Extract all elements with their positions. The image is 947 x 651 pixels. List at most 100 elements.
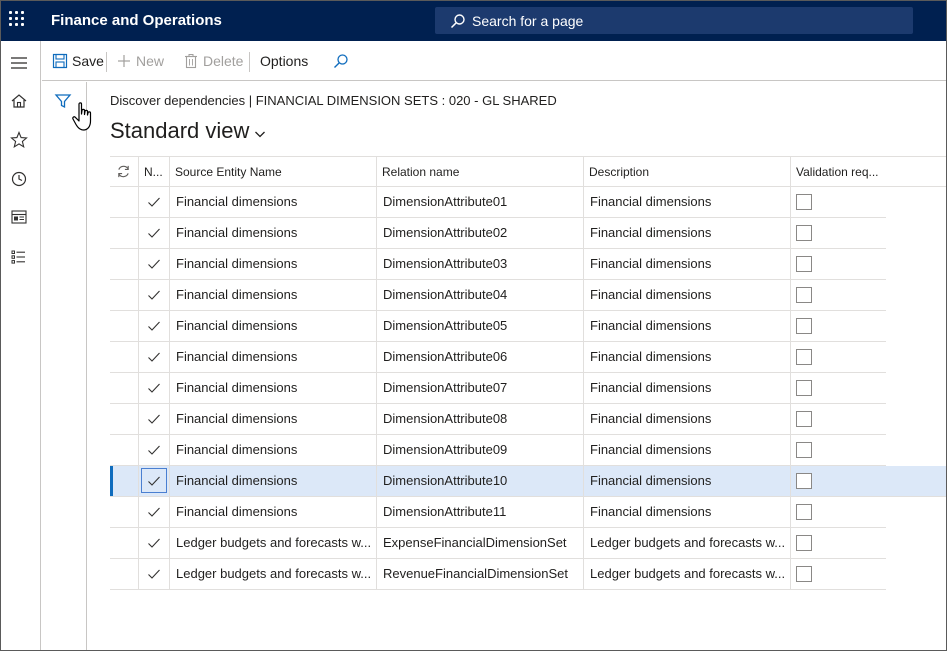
description-cell[interactable]: Financial dimensions bbox=[584, 249, 791, 279]
relation-name-cell[interactable]: DimensionAttribute02 bbox=[377, 218, 584, 248]
relation-name-cell[interactable]: DimensionAttribute10 bbox=[377, 466, 584, 496]
relation-name-cell[interactable]: ExpenseFinancialDimensionSet bbox=[377, 528, 584, 558]
table-row[interactable]: Ledger budgets and forecasts w... Revenue… bbox=[110, 559, 886, 590]
table-row[interactable]: Financial dimensions DimensionAttribute01… bbox=[110, 187, 886, 218]
relation-name-cell[interactable]: DimensionAttribute05 bbox=[377, 311, 584, 341]
row-selector-cell[interactable] bbox=[110, 249, 139, 279]
relation-name-cell[interactable]: DimensionAttribute09 bbox=[377, 435, 584, 465]
column-header-n[interactable]: N... bbox=[139, 157, 170, 187]
validation-checkbox[interactable] bbox=[796, 380, 812, 396]
table-row[interactable]: Financial dimensions DimensionAttribute11… bbox=[110, 497, 886, 528]
hamburger-icon[interactable] bbox=[8, 52, 30, 74]
source-entity-cell[interactable]: Financial dimensions bbox=[170, 187, 377, 217]
table-row[interactable]: Financial dimensions DimensionAttribute04… bbox=[110, 280, 886, 311]
validation-checkbox[interactable] bbox=[796, 411, 812, 427]
source-entity-cell[interactable]: Financial dimensions bbox=[170, 373, 377, 403]
star-icon[interactable] bbox=[8, 129, 30, 151]
workspace-icon[interactable] bbox=[8, 206, 30, 228]
source-entity-cell[interactable]: Ledger budgets and forecasts w... bbox=[170, 559, 377, 589]
row-selector-cell[interactable] bbox=[110, 280, 139, 310]
row-selector-cell[interactable] bbox=[110, 435, 139, 465]
new-button[interactable]: New bbox=[116, 41, 164, 81]
source-entity-cell[interactable]: Ledger budgets and forecasts w... bbox=[170, 528, 377, 558]
row-selector-cell[interactable] bbox=[110, 311, 139, 341]
table-row[interactable]: Financial dimensions DimensionAttribute05… bbox=[110, 311, 886, 342]
validation-checkbox[interactable] bbox=[796, 194, 812, 210]
column-header-description[interactable]: Description bbox=[584, 157, 791, 187]
row-selector-cell[interactable] bbox=[110, 497, 139, 527]
row-selector-cell[interactable] bbox=[110, 466, 139, 496]
table-row[interactable]: Financial dimensions DimensionAttribute03… bbox=[110, 249, 886, 280]
description-cell[interactable]: Financial dimensions bbox=[584, 218, 791, 248]
relation-name-cell[interactable]: DimensionAttribute08 bbox=[377, 404, 584, 434]
row-selector-cell[interactable] bbox=[110, 187, 139, 217]
validation-checkbox[interactable] bbox=[796, 504, 812, 520]
source-entity-cell[interactable]: Financial dimensions bbox=[170, 466, 377, 496]
relation-name-cell[interactable]: DimensionAttribute06 bbox=[377, 342, 584, 372]
source-entity-cell[interactable]: Financial dimensions bbox=[170, 311, 377, 341]
relation-name-cell[interactable]: DimensionAttribute01 bbox=[377, 187, 584, 217]
table-row[interactable]: Financial dimensions DimensionAttribute08… bbox=[110, 404, 886, 435]
column-header-relation-name[interactable]: Relation name bbox=[377, 157, 584, 187]
source-entity-cell[interactable]: Financial dimensions bbox=[170, 218, 377, 248]
description-cell[interactable]: Financial dimensions bbox=[584, 280, 791, 310]
description-cell[interactable]: Ledger budgets and forecasts w... bbox=[584, 528, 791, 558]
validation-checkbox[interactable] bbox=[796, 442, 812, 458]
description-cell[interactable]: Ledger budgets and forecasts w... bbox=[584, 559, 791, 589]
find-button[interactable] bbox=[333, 41, 353, 81]
description-cell[interactable]: Financial dimensions bbox=[584, 466, 791, 496]
view-selector[interactable]: Standard view bbox=[110, 118, 267, 144]
column-header-validation[interactable]: Validation req... bbox=[791, 157, 946, 187]
table-row[interactable]: Financial dimensions DimensionAttribute06… bbox=[110, 342, 886, 373]
source-entity-cell[interactable]: Financial dimensions bbox=[170, 435, 377, 465]
delete-button[interactable]: Delete bbox=[183, 41, 243, 81]
description-cell[interactable]: Financial dimensions bbox=[584, 342, 791, 372]
relation-name-cell[interactable]: DimensionAttribute11 bbox=[377, 497, 584, 527]
validation-checkbox[interactable] bbox=[796, 535, 812, 551]
options-button[interactable]: Options bbox=[260, 41, 308, 81]
row-selector-cell[interactable] bbox=[110, 373, 139, 403]
table-row[interactable]: Financial dimensions DimensionAttribute10… bbox=[110, 466, 946, 497]
row-selector-cell[interactable] bbox=[110, 342, 139, 372]
source-entity-cell[interactable]: Financial dimensions bbox=[170, 404, 377, 434]
source-entity-cell[interactable]: Financial dimensions bbox=[170, 342, 377, 372]
description-cell[interactable]: Financial dimensions bbox=[584, 373, 791, 403]
table-row[interactable]: Ledger budgets and forecasts w... Expense… bbox=[110, 528, 886, 559]
relation-name-cell[interactable]: DimensionAttribute04 bbox=[377, 280, 584, 310]
validation-checkbox[interactable] bbox=[796, 287, 812, 303]
row-selector-cell[interactable] bbox=[110, 559, 139, 589]
description-cell[interactable]: Financial dimensions bbox=[584, 497, 791, 527]
validation-checkbox[interactable] bbox=[796, 256, 812, 272]
row-selector-cell[interactable] bbox=[110, 404, 139, 434]
table-row[interactable]: Financial dimensions DimensionAttribute02… bbox=[110, 218, 886, 249]
validation-checkbox[interactable] bbox=[796, 225, 812, 241]
validation-checkbox[interactable] bbox=[796, 473, 812, 489]
row-selector-cell[interactable] bbox=[110, 528, 139, 558]
column-header-source-entity[interactable]: Source Entity Name bbox=[170, 157, 377, 187]
waffle-icon[interactable] bbox=[9, 11, 27, 29]
description-cell[interactable]: Financial dimensions bbox=[584, 404, 791, 434]
search-input[interactable]: Search for a page bbox=[435, 7, 913, 34]
validation-checkbox[interactable] bbox=[796, 349, 812, 365]
relation-name-cell[interactable]: DimensionAttribute07 bbox=[377, 373, 584, 403]
description-cell[interactable]: Financial dimensions bbox=[584, 435, 791, 465]
description-cell[interactable]: Financial dimensions bbox=[584, 187, 791, 217]
source-entity-cell[interactable]: Financial dimensions bbox=[170, 249, 377, 279]
source-entity-cell[interactable]: Financial dimensions bbox=[170, 280, 377, 310]
relation-name-cell[interactable]: DimensionAttribute03 bbox=[377, 249, 584, 279]
refresh-column[interactable] bbox=[110, 157, 139, 187]
relation-name-cell[interactable]: RevenueFinancialDimensionSet bbox=[377, 559, 584, 589]
list-icon[interactable] bbox=[8, 246, 30, 268]
filter-icon[interactable] bbox=[54, 92, 72, 110]
validation-checkbox[interactable] bbox=[796, 566, 812, 582]
app-title[interactable]: Finance and Operations bbox=[51, 12, 222, 29]
home-icon[interactable] bbox=[8, 90, 30, 112]
source-entity-cell[interactable]: Financial dimensions bbox=[170, 497, 377, 527]
clock-icon[interactable] bbox=[8, 168, 30, 190]
table-row[interactable]: Financial dimensions DimensionAttribute07… bbox=[110, 373, 886, 404]
table-row[interactable]: Financial dimensions DimensionAttribute09… bbox=[110, 435, 886, 466]
save-button[interactable]: Save bbox=[52, 41, 104, 81]
description-cell[interactable]: Financial dimensions bbox=[584, 311, 791, 341]
row-selector-cell[interactable] bbox=[110, 218, 139, 248]
validation-checkbox[interactable] bbox=[796, 318, 812, 334]
